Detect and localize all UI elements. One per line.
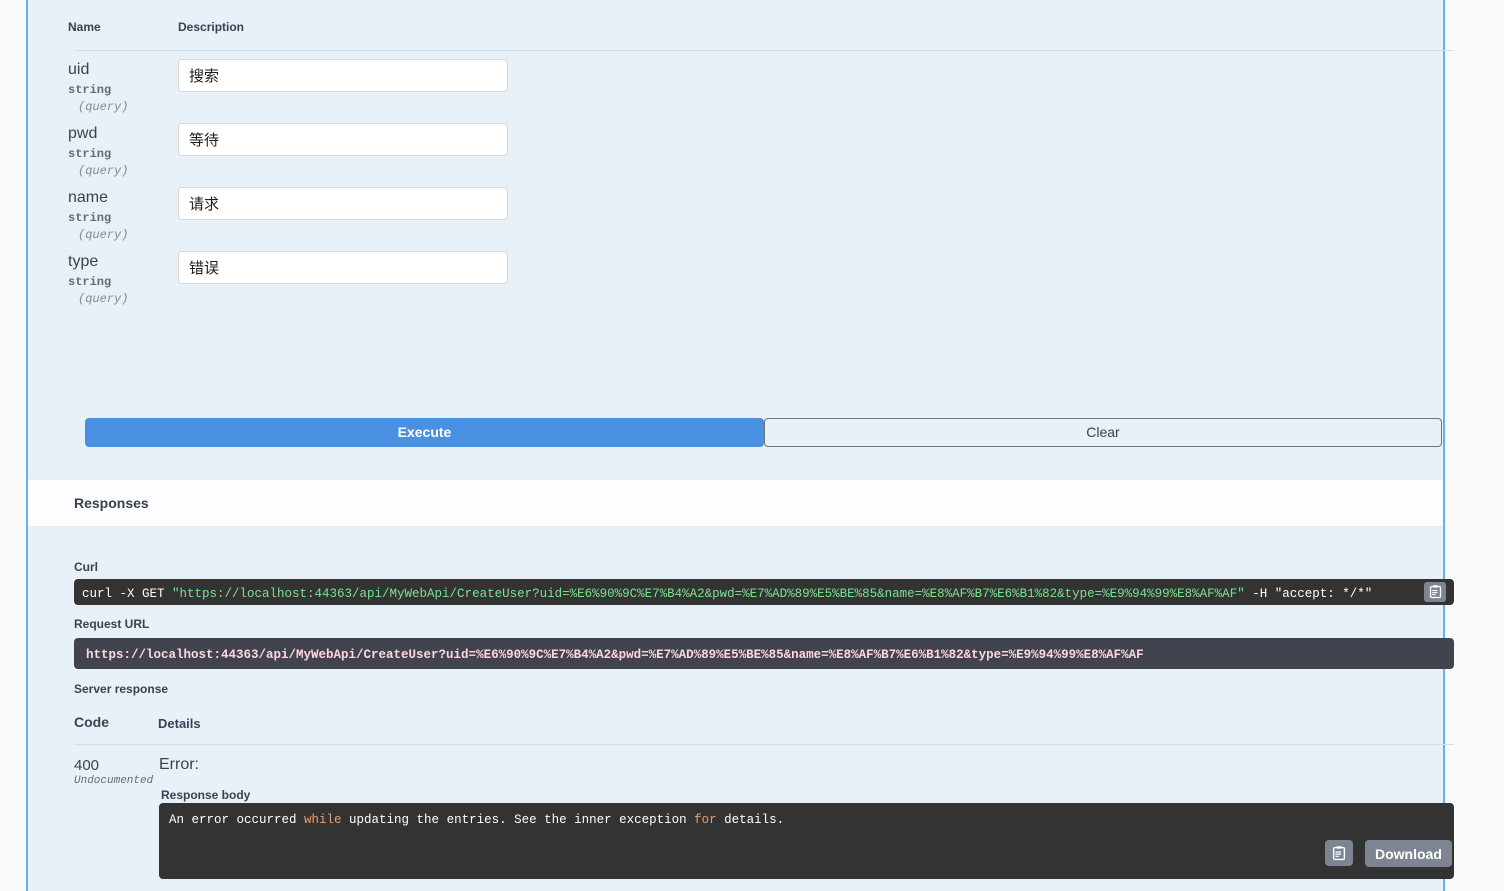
parameter-meta-type: type string (query) xyxy=(48,244,162,308)
parameter-location: (query) xyxy=(78,100,129,114)
parameter-input-type[interactable] xyxy=(178,251,508,284)
details-column-header: Details xyxy=(158,716,201,731)
table-row: name string (query) xyxy=(48,180,1423,244)
parameters-section: Name Description uid string (query) 搜索 p… xyxy=(28,0,1443,308)
response-body-text: An error occurred while updating the ent… xyxy=(169,812,1444,828)
parameter-input-name[interactable] xyxy=(178,187,508,220)
response-status-code: 400 xyxy=(74,757,100,774)
parameter-meta-uid: uid string (query) xyxy=(48,52,162,116)
column-header-description: Description xyxy=(178,20,245,34)
curl-command: curl -X GET "https://localhost:44363/api… xyxy=(82,587,1372,601)
response-body-label: Response body xyxy=(161,788,251,802)
copy-curl-button[interactable] xyxy=(1424,582,1446,602)
operation-block: Name Description uid string (query) 搜索 p… xyxy=(26,0,1454,891)
response-body-post: details. xyxy=(716,813,785,827)
request-url-value: https://localhost:44363/api/MyWebApi/Cre… xyxy=(86,648,1144,662)
server-response-label: Server response xyxy=(74,682,169,696)
parameter-location: (query) xyxy=(78,228,129,242)
parameter-name: uid xyxy=(68,61,90,78)
parameter-type: string xyxy=(68,147,112,161)
request-url-label: Request URL xyxy=(74,617,150,631)
response-body-keyword-for: for xyxy=(694,813,717,827)
parameter-name: type xyxy=(68,253,99,270)
server-response-divider xyxy=(74,744,1454,745)
column-header-name: Name xyxy=(68,20,101,34)
copy-icon xyxy=(1429,585,1441,599)
copy-response-button[interactable] xyxy=(1325,840,1353,866)
parameter-location: (query) xyxy=(78,292,129,306)
response-body-pre: An error occurred xyxy=(169,813,305,827)
parameter-input-pwd[interactable] xyxy=(178,123,508,156)
curl-suffix: -H "accept: */*" xyxy=(1244,587,1373,601)
response-body-keyword-while: while xyxy=(304,813,342,827)
curl-prefix: curl -X GET xyxy=(82,587,173,601)
parameter-type: string xyxy=(68,275,112,289)
curl-label: Curl xyxy=(74,560,98,574)
swagger-operation-page: Name Description uid string (query) 搜索 p… xyxy=(0,0,1504,891)
response-error-title: Error: xyxy=(159,756,199,773)
parameter-meta-name: name string (query) xyxy=(48,180,162,244)
table-header-divider xyxy=(74,50,1454,51)
request-url-block: https://localhost:44363/api/MyWebApi/Cre… xyxy=(74,638,1454,669)
parameters-table: Name Description uid string (query) 搜索 p… xyxy=(48,20,1423,308)
table-row: type string (query) xyxy=(48,244,1423,308)
action-buttons: Execute Clear xyxy=(85,418,1442,447)
code-column-header: Code xyxy=(74,714,109,730)
response-body-block: An error occurred while updating the ent… xyxy=(159,803,1454,879)
parameter-name: name xyxy=(68,189,109,206)
response-code-note: Undocumented xyxy=(74,775,154,787)
parameter-location: (query) xyxy=(78,164,129,178)
parameter-meta-pwd: pwd string (query) xyxy=(48,116,162,180)
responses-header-band: Responses xyxy=(28,479,1443,527)
parameter-input-uid[interactable] xyxy=(178,59,508,92)
parameters-table-header: Name Description xyxy=(48,20,1423,52)
table-row: uid string (query) xyxy=(48,52,1423,116)
response-body-mid: updating the entries. See the inner exce… xyxy=(341,813,695,827)
curl-url: "https://localhost:44363/api/MyWebApi/Cr… xyxy=(172,587,1245,601)
execute-button[interactable]: Execute xyxy=(85,418,764,447)
parameter-name: pwd xyxy=(68,125,98,142)
table-row: pwd string (query) xyxy=(48,116,1423,180)
copy-icon xyxy=(1332,845,1346,860)
clear-button[interactable]: Clear xyxy=(764,418,1442,447)
curl-code-block: curl -X GET "https://localhost:44363/api… xyxy=(74,579,1454,605)
responses-section-title: Responses xyxy=(74,495,149,511)
parameter-type: string xyxy=(68,211,112,225)
download-button[interactable]: Download xyxy=(1365,840,1452,867)
parameter-type: string xyxy=(68,83,112,97)
